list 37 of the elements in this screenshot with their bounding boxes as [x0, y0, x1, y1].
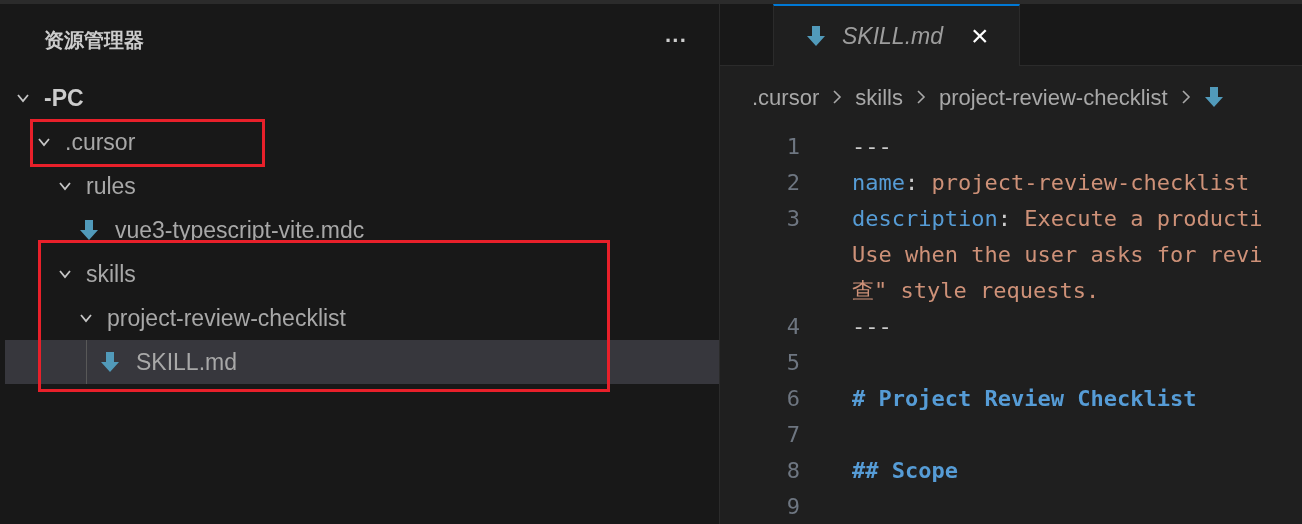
arrow-down-icon [100, 351, 120, 373]
line-number: 1 [785, 132, 800, 161]
chevron-right-icon [1179, 90, 1192, 104]
breadcrumb-item[interactable]: project-review-checklist [938, 80, 1168, 114]
tree-item[interactable]: rules [0, 164, 719, 208]
tree-item[interactable]: .cursor [0, 120, 719, 164]
tree-item[interactable]: -PC [0, 76, 719, 120]
line-number: 4 [785, 312, 800, 341]
tree-item[interactable]: SKILL.md [5, 340, 719, 384]
breadcrumb-item[interactable]: .cursor [752, 80, 820, 114]
line-number: 9 [785, 492, 800, 521]
panel-title: 资源管理器 [44, 28, 144, 53]
line-number: 8 [785, 456, 800, 485]
chevron-right-icon [831, 90, 844, 104]
code-text: ## Scope [852, 456, 958, 485]
code-text: # Project Review Checklist [852, 384, 1197, 413]
code-text: name: project-review-checklist [852, 168, 1250, 197]
code-text: --- [852, 132, 892, 161]
tree-item[interactable]: vue3-typescript-vite.mdc [0, 208, 719, 252]
close-button[interactable]: × [971, 21, 989, 51]
editor-tab[interactable]: SKILL.md × [773, 4, 1020, 67]
code-text: description: Execute a producti [852, 204, 1263, 233]
arrow-down-icon [806, 25, 826, 47]
line-number: 3 [785, 204, 800, 233]
chevron-right-icon [914, 90, 927, 104]
code-text: 查" style requests. [852, 276, 1100, 305]
code-text: Use when the user asks for revi [852, 240, 1263, 269]
line-number: 7 [785, 420, 800, 449]
arrow-down-icon [79, 219, 99, 241]
line-number: 6 [785, 384, 800, 413]
tree-item[interactable]: skills [0, 252, 719, 296]
tree-item[interactable]: project-review-checklist [0, 296, 719, 340]
more-button[interactable]: ··· [665, 23, 687, 57]
line-number: 2 [785, 168, 800, 197]
line-number: 5 [785, 348, 800, 377]
breadcrumb-item[interactable]: skills [855, 80, 903, 114]
code-text: --- [852, 312, 892, 341]
